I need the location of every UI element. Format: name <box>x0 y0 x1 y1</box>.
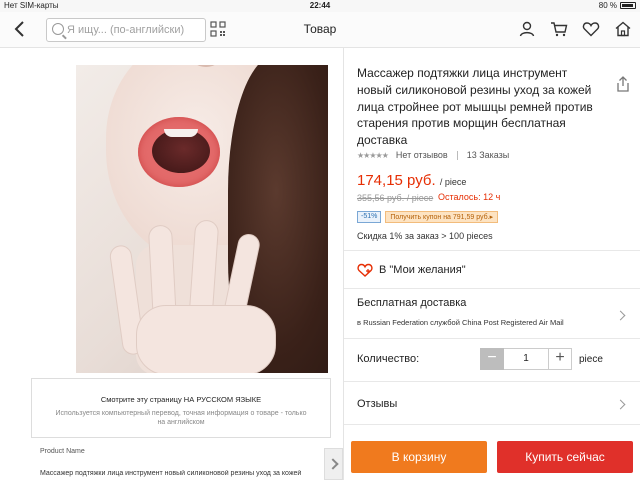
bulk-discount: Скидка 1% за заказ > 100 pieces <box>357 231 493 241</box>
current-price: 174,15 руб. / piece <box>357 172 466 189</box>
top-navbar: Товар <box>0 12 640 48</box>
section-divider <box>344 381 640 382</box>
quantity-stepper: − 1 + <box>480 348 572 370</box>
product-gallery-pane: Смотрите эту страницу НА РУССКОМ ЯЗЫКЕ И… <box>0 48 343 480</box>
promo-badges: -51% Получить купон на 791,59 руб.▸ <box>357 211 499 223</box>
status-bar: Нет SIM-карты 22:44 80 % <box>0 0 640 12</box>
heart-icon[interactable] <box>582 20 600 38</box>
discount-badge: -51% <box>357 211 382 223</box>
translation-notice-body: Используется компьютерный перевод, точна… <box>55 410 307 426</box>
back-icon[interactable] <box>10 19 30 39</box>
photo-hand <box>96 215 316 373</box>
section-divider <box>344 338 640 339</box>
price-unit: / piece <box>439 177 467 187</box>
coupon-button[interactable]: Получить купон на 791,59 руб.▸ <box>385 211 499 223</box>
add-to-wishlist[interactable]: В "Мои желания" <box>357 263 466 277</box>
search-input[interactable] <box>67 22 199 38</box>
user-icon[interactable] <box>518 20 536 38</box>
cart-icon[interactable] <box>550 20 568 38</box>
rating-separator <box>456 150 458 160</box>
battery-percent: 80 % <box>598 1 617 10</box>
home-icon[interactable] <box>614 20 632 38</box>
product-name-label: Product Name <box>40 448 85 455</box>
orders-count: 13 Заказы <box>466 150 510 160</box>
quantity-decrease-button[interactable]: − <box>480 348 504 370</box>
reviews-count[interactable]: Нет отзывов <box>396 150 448 160</box>
quantity-input[interactable]: 1 <box>504 348 548 370</box>
battery-icon <box>620 2 636 9</box>
product-name-text: Массажер подтяжки лица инструмент новый … <box>40 470 302 477</box>
search-box[interactable] <box>46 18 206 42</box>
quantity-increase-button[interactable]: + <box>548 348 572 370</box>
time-remaining: Осталось: 12 ч <box>438 192 501 202</box>
wishlist-label: В "Мои желания" <box>379 264 466 276</box>
product-photo[interactable] <box>76 65 328 373</box>
rating-stars: ★★★★★ <box>357 150 389 160</box>
photo-nose <box>191 65 221 67</box>
section-divider <box>344 250 640 251</box>
quantity-unit: piece <box>579 354 603 365</box>
photo-teeth <box>164 129 198 137</box>
battery-indicator: 80 % <box>599 1 636 10</box>
share-icon[interactable] <box>616 76 630 92</box>
heart-plus-icon <box>357 263 373 277</box>
chevron-right-icon[interactable] <box>615 399 626 410</box>
add-to-cart-button[interactable]: В корзину <box>351 441 487 473</box>
chevron-right-icon[interactable] <box>324 448 343 480</box>
translation-notice[interactable]: Смотрите эту страницу НА РУССКОМ ЯЗЫКЕ И… <box>31 378 331 438</box>
clock: 22:44 <box>309 1 331 10</box>
section-divider <box>344 424 640 425</box>
quantity-label: Количество: <box>357 353 420 365</box>
original-price: 355,56 руб. / piece <box>357 193 434 203</box>
search-icon <box>52 23 64 35</box>
chevron-right-icon[interactable] <box>615 310 626 321</box>
shipping-detail: в Russian Federation службой China Post … <box>357 318 564 327</box>
page-title: Товар <box>303 22 337 36</box>
buy-now-button[interactable]: Купить сейчас <box>497 441 633 473</box>
translation-notice-title: Смотрите эту страницу НА РУССКОМ ЯЗЫКЕ <box>100 395 262 404</box>
product-info-pane: Массажер подтяжки лица инструмент новый … <box>344 48 640 480</box>
shipping-title[interactable]: Бесплатная доставка <box>357 297 466 309</box>
price-value: 174,15 руб. <box>357 172 436 189</box>
product-title: Массажер подтяжки лица инструмент новый … <box>357 66 593 148</box>
qr-code-icon[interactable] <box>210 21 226 37</box>
section-divider <box>344 288 640 289</box>
rating-row: ★★★★★ Нет отзывов 13 Заказы <box>357 150 509 160</box>
reviews-section-link[interactable]: Отзывы <box>357 398 397 410</box>
